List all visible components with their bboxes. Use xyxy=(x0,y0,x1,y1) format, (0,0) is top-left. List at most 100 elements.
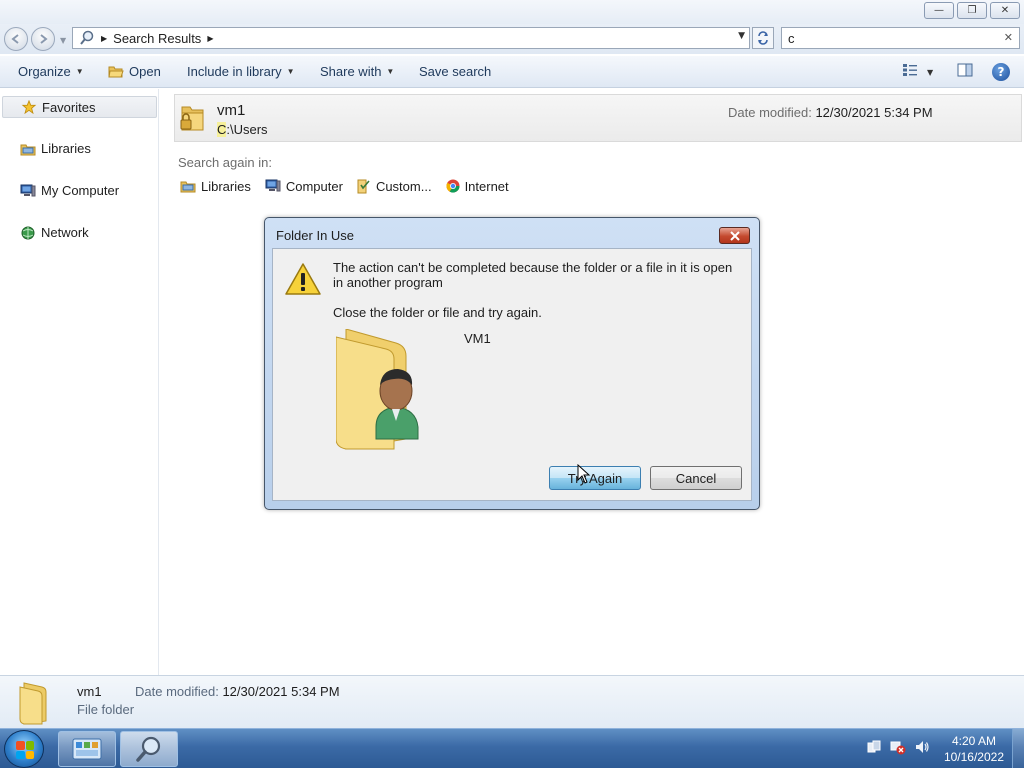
result-date: Date modified: 12/30/2021 5:34 PM xyxy=(728,105,933,120)
back-button[interactable] xyxy=(4,27,28,51)
cancel-button[interactable]: Cancel xyxy=(650,466,742,490)
nav-item-libraries[interactable]: Libraries xyxy=(20,141,91,156)
control-panel-icon xyxy=(72,738,102,760)
dialog-body: The action can't be completed because th… xyxy=(272,248,752,501)
warning-icon xyxy=(285,263,321,295)
action-center-icon[interactable] xyxy=(866,739,882,755)
computer-icon xyxy=(20,184,36,196)
clock-time: 4:20 AM xyxy=(951,734,996,748)
dialog-close-button[interactable] xyxy=(719,227,750,244)
preview-pane-icon xyxy=(957,63,973,77)
folder-icon xyxy=(19,682,47,725)
details-type: File folder xyxy=(77,702,135,717)
recent-pages-dropdown[interactable]: ▼ xyxy=(60,36,66,45)
folder-user-icon xyxy=(336,329,419,450)
dialog-message: The action can't be completed because th… xyxy=(333,260,733,290)
save-search-button[interactable]: Save search xyxy=(419,64,491,79)
system-tray xyxy=(866,739,930,755)
forward-button[interactable] xyxy=(31,27,55,51)
network-disconnected-icon[interactable] xyxy=(890,739,906,755)
organize-button[interactable]: Organize ▼ xyxy=(18,64,84,79)
address-bar[interactable]: ▶ Search Results ▶ ▼ xyxy=(72,27,750,49)
clock-date: 10/16/2022 xyxy=(943,750,1004,764)
chevron-down-icon: ▼ xyxy=(386,67,395,76)
search-again-libraries[interactable]: Libraries xyxy=(180,178,251,194)
search-again-custom[interactable]: Custom... xyxy=(357,178,432,194)
search-again-libraries-label: Libraries xyxy=(201,178,251,194)
system-clock[interactable]: 4:20 AM 10/16/2022 xyxy=(944,733,1004,765)
taskbar-search-explorer[interactable] xyxy=(120,731,178,767)
try-again-button[interactable]: Try Again xyxy=(549,466,641,490)
taskbar: 4:20 AM 10/16/2022 xyxy=(0,728,1024,768)
result-name: vm1 xyxy=(217,102,246,119)
refresh-button[interactable] xyxy=(752,27,774,49)
search-again-internet[interactable]: Internet xyxy=(446,178,509,194)
nav-item-favorites[interactable]: Favorites xyxy=(2,96,157,118)
navigation-pane: Favorites Libraries My Computer Network xyxy=(0,89,159,675)
close-button[interactable]: ✕ xyxy=(990,2,1020,19)
details-view-icon xyxy=(903,64,917,76)
show-desktop-button[interactable] xyxy=(1012,729,1024,768)
details-date: Date modified: 12/30/2021 5:34 PM xyxy=(135,684,340,699)
details-date-value: 12/30/2021 5:34 PM xyxy=(222,684,340,699)
search-again-custom-label: Custom... xyxy=(375,178,432,194)
result-path-highlight: C xyxy=(217,122,227,137)
result-date-label: Date modified: xyxy=(728,105,812,120)
open-button[interactable]: Open xyxy=(108,64,161,79)
libraries-icon xyxy=(180,181,196,193)
folder-in-use-dialog: Folder In Use The action can't be comple… xyxy=(264,217,760,510)
taskbar-control-panel[interactable] xyxy=(58,731,116,767)
star-icon xyxy=(21,100,37,114)
search-input[interactable]: c ✕ xyxy=(781,27,1020,49)
command-bar: Organize ▼ Open Include in library ▼ Share… xyxy=(0,56,1024,88)
nav-item-my-computer[interactable]: My Computer xyxy=(20,183,119,198)
volume-icon[interactable] xyxy=(914,739,930,755)
search-icon xyxy=(80,30,94,45)
address-dropdown-icon[interactable]: ▼ xyxy=(738,31,745,41)
include-in-library-button[interactable]: Include in library ▼ xyxy=(187,64,295,79)
maximize-button[interactable]: ❐ xyxy=(957,2,987,19)
search-again-internet-label: Internet xyxy=(464,178,509,194)
change-view-button[interactable] xyxy=(902,63,918,81)
help-button[interactable]: ? xyxy=(992,63,1010,81)
chevron-down-icon: ▼ xyxy=(75,67,84,76)
forward-arrow-icon xyxy=(40,34,48,44)
refresh-icon xyxy=(758,31,768,45)
nav-label-favorites: Favorites xyxy=(42,99,96,115)
start-button[interactable] xyxy=(4,730,44,768)
close-icon xyxy=(729,230,740,241)
chevron-down-icon: ▼ xyxy=(286,67,295,76)
result-path-rest: :\Users xyxy=(226,122,268,137)
details-date-label: Date modified: xyxy=(135,684,219,699)
libraries-icon xyxy=(20,144,36,155)
breadcrumb-search-results[interactable]: Search Results xyxy=(113,31,201,46)
save-search-label: Save search xyxy=(419,64,492,79)
view-options-dropdown[interactable]: ▼ xyxy=(927,68,933,77)
open-label: Open xyxy=(129,64,161,79)
search-again-computer[interactable]: Computer xyxy=(265,178,343,194)
breadcrumb-chevron-icon[interactable]: ▶ xyxy=(207,34,213,43)
back-arrow-icon xyxy=(11,34,19,44)
minimize-button[interactable]: — xyxy=(924,2,954,19)
mouse-cursor-icon xyxy=(577,464,591,484)
breadcrumb-separator-icon[interactable]: ▶ xyxy=(101,34,107,43)
dialog-folder-name: VM1 xyxy=(464,331,491,346)
search-result-item[interactable]: vm1 C:\Users Date modified: 12/30/2021 5… xyxy=(174,94,1022,142)
preview-pane-button[interactable] xyxy=(957,63,973,81)
dialog-title: Folder In Use xyxy=(276,228,355,243)
custom-folder-icon xyxy=(357,179,370,194)
details-name: vm1 xyxy=(77,684,102,699)
locked-folder-icon xyxy=(180,106,204,131)
open-folder-icon xyxy=(108,66,124,77)
search-again-label: Search again in: xyxy=(178,155,272,170)
search-icon xyxy=(136,736,161,762)
clear-search-icon[interactable]: ✕ xyxy=(1004,31,1013,44)
share-with-label: Share with xyxy=(320,64,382,79)
search-query: c xyxy=(788,30,795,46)
organize-label: Organize xyxy=(18,64,71,79)
nav-item-network[interactable]: Network xyxy=(20,225,89,240)
window-controls: — ❐ ✕ xyxy=(924,2,1020,19)
share-with-button[interactable]: Share with ▼ xyxy=(320,64,394,79)
include-in-library-label: Include in library xyxy=(187,64,282,79)
result-path: C:\Users xyxy=(217,122,268,137)
